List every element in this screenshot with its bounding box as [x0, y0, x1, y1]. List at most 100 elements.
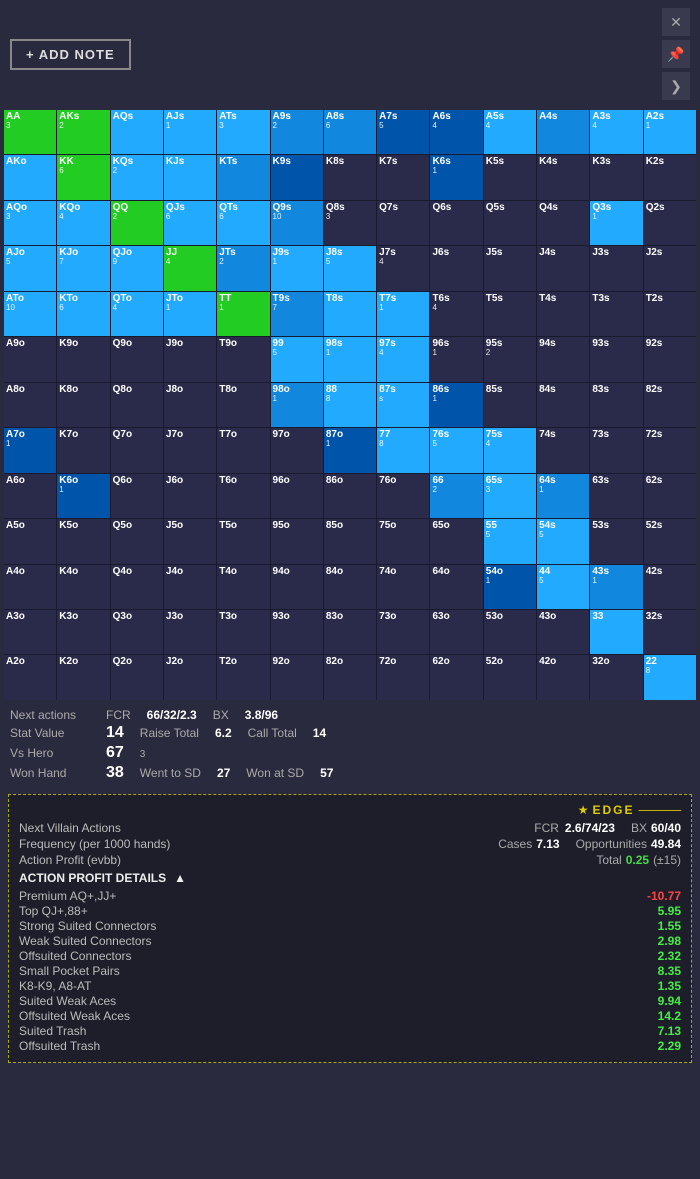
matrix-cell[interactable]: J8s 5	[324, 246, 376, 290]
matrix-cell[interactable]: K2s	[644, 155, 696, 199]
matrix-cell[interactable]: 93s	[590, 337, 642, 381]
matrix-cell[interactable]: 64s 1	[537, 474, 589, 518]
matrix-cell[interactable]: T5s	[484, 292, 536, 336]
matrix-cell[interactable]: 92s	[644, 337, 696, 381]
matrix-cell[interactable]: A4o	[4, 565, 56, 609]
matrix-cell[interactable]: K4o	[57, 565, 109, 609]
matrix-cell[interactable]: 95o	[271, 519, 323, 563]
matrix-cell[interactable]: T3o	[217, 610, 269, 654]
matrix-cell[interactable]: 73o	[377, 610, 429, 654]
matrix-cell[interactable]: 32o	[590, 655, 642, 699]
matrix-cell[interactable]: JTs 2	[217, 246, 269, 290]
matrix-cell[interactable]: A7s 5	[377, 110, 429, 154]
matrix-cell[interactable]: 52o	[484, 655, 536, 699]
matrix-cell[interactable]: 54o 1	[484, 565, 536, 609]
matrix-cell[interactable]: 63s	[590, 474, 642, 518]
matrix-cell[interactable]: 95s 2	[484, 337, 536, 381]
matrix-cell[interactable]: T3s	[590, 292, 642, 336]
matrix-cell[interactable]: K3o	[57, 610, 109, 654]
matrix-cell[interactable]: A8o	[4, 383, 56, 427]
matrix-cell[interactable]: Q4o	[111, 565, 163, 609]
matrix-cell[interactable]: QQ 2	[111, 201, 163, 245]
matrix-cell[interactable]: 93o	[271, 610, 323, 654]
matrix-cell[interactable]: Q7o	[111, 428, 163, 472]
matrix-cell[interactable]: Q5s	[484, 201, 536, 245]
matrix-cell[interactable]: A2s 1	[644, 110, 696, 154]
matrix-cell[interactable]: Q9s 10	[271, 201, 323, 245]
matrix-cell[interactable]: K8o	[57, 383, 109, 427]
matrix-cell[interactable]: K7o	[57, 428, 109, 472]
matrix-cell[interactable]: 62s	[644, 474, 696, 518]
matrix-cell[interactable]: A7o 1	[4, 428, 56, 472]
matrix-cell[interactable]: 83s	[590, 383, 642, 427]
matrix-cell[interactable]: A5s 4	[484, 110, 536, 154]
matrix-cell[interactable]: KTs	[217, 155, 269, 199]
matrix-cell[interactable]: 83o	[324, 610, 376, 654]
matrix-cell[interactable]: K4s	[537, 155, 589, 199]
matrix-cell[interactable]: 99 5	[271, 337, 323, 381]
matrix-cell[interactable]: 88 8	[324, 383, 376, 427]
matrix-cell[interactable]: K7s	[377, 155, 429, 199]
matrix-cell[interactable]: ATo 10	[4, 292, 56, 336]
matrix-cell[interactable]: 74s	[537, 428, 589, 472]
matrix-cell[interactable]: 62o	[430, 655, 482, 699]
matrix-cell[interactable]: Q5o	[111, 519, 163, 563]
matrix-cell[interactable]: 75s 4	[484, 428, 536, 472]
matrix-cell[interactable]: J3s	[590, 246, 642, 290]
matrix-cell[interactable]: A3o	[4, 610, 56, 654]
matrix-cell[interactable]: 97o	[271, 428, 323, 472]
arrow-button[interactable]: ❯	[662, 72, 690, 100]
matrix-cell[interactable]: J6s	[430, 246, 482, 290]
matrix-cell[interactable]: A6o	[4, 474, 56, 518]
matrix-cell[interactable]: 64o	[430, 565, 482, 609]
close-button[interactable]: ✕	[662, 8, 690, 36]
matrix-cell[interactable]: Q8s 3	[324, 201, 376, 245]
matrix-cell[interactable]: 84o	[324, 565, 376, 609]
matrix-cell[interactable]: 52s	[644, 519, 696, 563]
matrix-cell[interactable]: A6s 4	[430, 110, 482, 154]
matrix-cell[interactable]: T6s 4	[430, 292, 482, 336]
matrix-cell[interactable]: AJo 5	[4, 246, 56, 290]
matrix-cell[interactable]: 65o	[430, 519, 482, 563]
matrix-cell[interactable]: QTo 4	[111, 292, 163, 336]
matrix-cell[interactable]: 53s	[590, 519, 642, 563]
matrix-cell[interactable]: 87s s	[377, 383, 429, 427]
matrix-cell[interactable]: 85s	[484, 383, 536, 427]
matrix-cell[interactable]: 87o 1	[324, 428, 376, 472]
matrix-cell[interactable]: Q7s	[377, 201, 429, 245]
matrix-cell[interactable]: 53o	[484, 610, 536, 654]
matrix-cell[interactable]: 98s 1	[324, 337, 376, 381]
matrix-cell[interactable]: QJo 9	[111, 246, 163, 290]
matrix-cell[interactable]: J4s	[537, 246, 589, 290]
matrix-cell[interactable]: 84s	[537, 383, 589, 427]
matrix-cell[interactable]: 65s 3	[484, 474, 536, 518]
matrix-cell[interactable]: 42s	[644, 565, 696, 609]
matrix-cell[interactable]: 86s 1	[430, 383, 482, 427]
matrix-cell[interactable]: 96s 1	[430, 337, 482, 381]
matrix-cell[interactable]: T7o	[217, 428, 269, 472]
matrix-cell[interactable]: QJs 6	[164, 201, 216, 245]
matrix-cell[interactable]: 43s 1	[590, 565, 642, 609]
matrix-cell[interactable]: 33	[590, 610, 642, 654]
matrix-cell[interactable]: T2o	[217, 655, 269, 699]
matrix-cell[interactable]: JJ 4	[164, 246, 216, 290]
matrix-cell[interactable]: K8s	[324, 155, 376, 199]
matrix-cell[interactable]: J7o	[164, 428, 216, 472]
matrix-cell[interactable]: Q6o	[111, 474, 163, 518]
matrix-cell[interactable]: 66 2	[430, 474, 482, 518]
matrix-cell[interactable]: 76o	[377, 474, 429, 518]
matrix-cell[interactable]: J2s	[644, 246, 696, 290]
matrix-cell[interactable]: 72o	[377, 655, 429, 699]
matrix-cell[interactable]: Q8o	[111, 383, 163, 427]
matrix-cell[interactable]: Q4s	[537, 201, 589, 245]
matrix-cell[interactable]: QTs 6	[217, 201, 269, 245]
matrix-cell[interactable]: A8s 6	[324, 110, 376, 154]
matrix-cell[interactable]: A4s	[537, 110, 589, 154]
matrix-cell[interactable]: J7s 4	[377, 246, 429, 290]
matrix-cell[interactable]: 97s 4	[377, 337, 429, 381]
matrix-cell[interactable]: 22 8	[644, 655, 696, 699]
matrix-cell[interactable]: Q3o	[111, 610, 163, 654]
matrix-cell[interactable]: KQs 2	[111, 155, 163, 199]
matrix-cell[interactable]: 42o	[537, 655, 589, 699]
matrix-cell[interactable]: KQo 4	[57, 201, 109, 245]
